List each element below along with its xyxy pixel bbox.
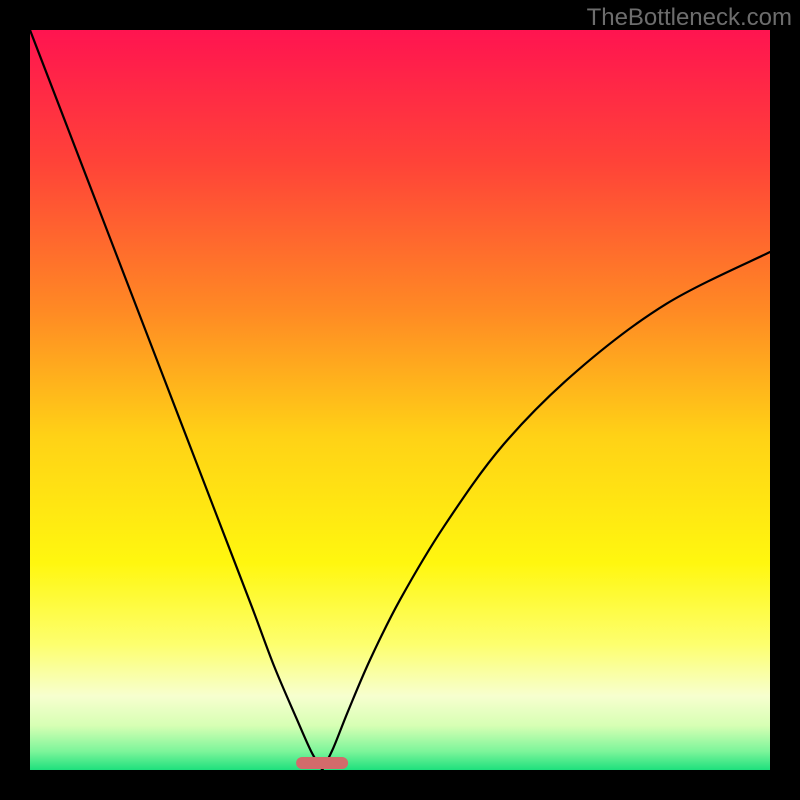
optimal-marker	[296, 757, 348, 769]
background-gradient	[30, 30, 770, 770]
watermark-text: TheBottleneck.com	[587, 4, 792, 32]
plot-area	[30, 30, 770, 770]
chart-frame: TheBottleneck.com	[0, 0, 800, 800]
